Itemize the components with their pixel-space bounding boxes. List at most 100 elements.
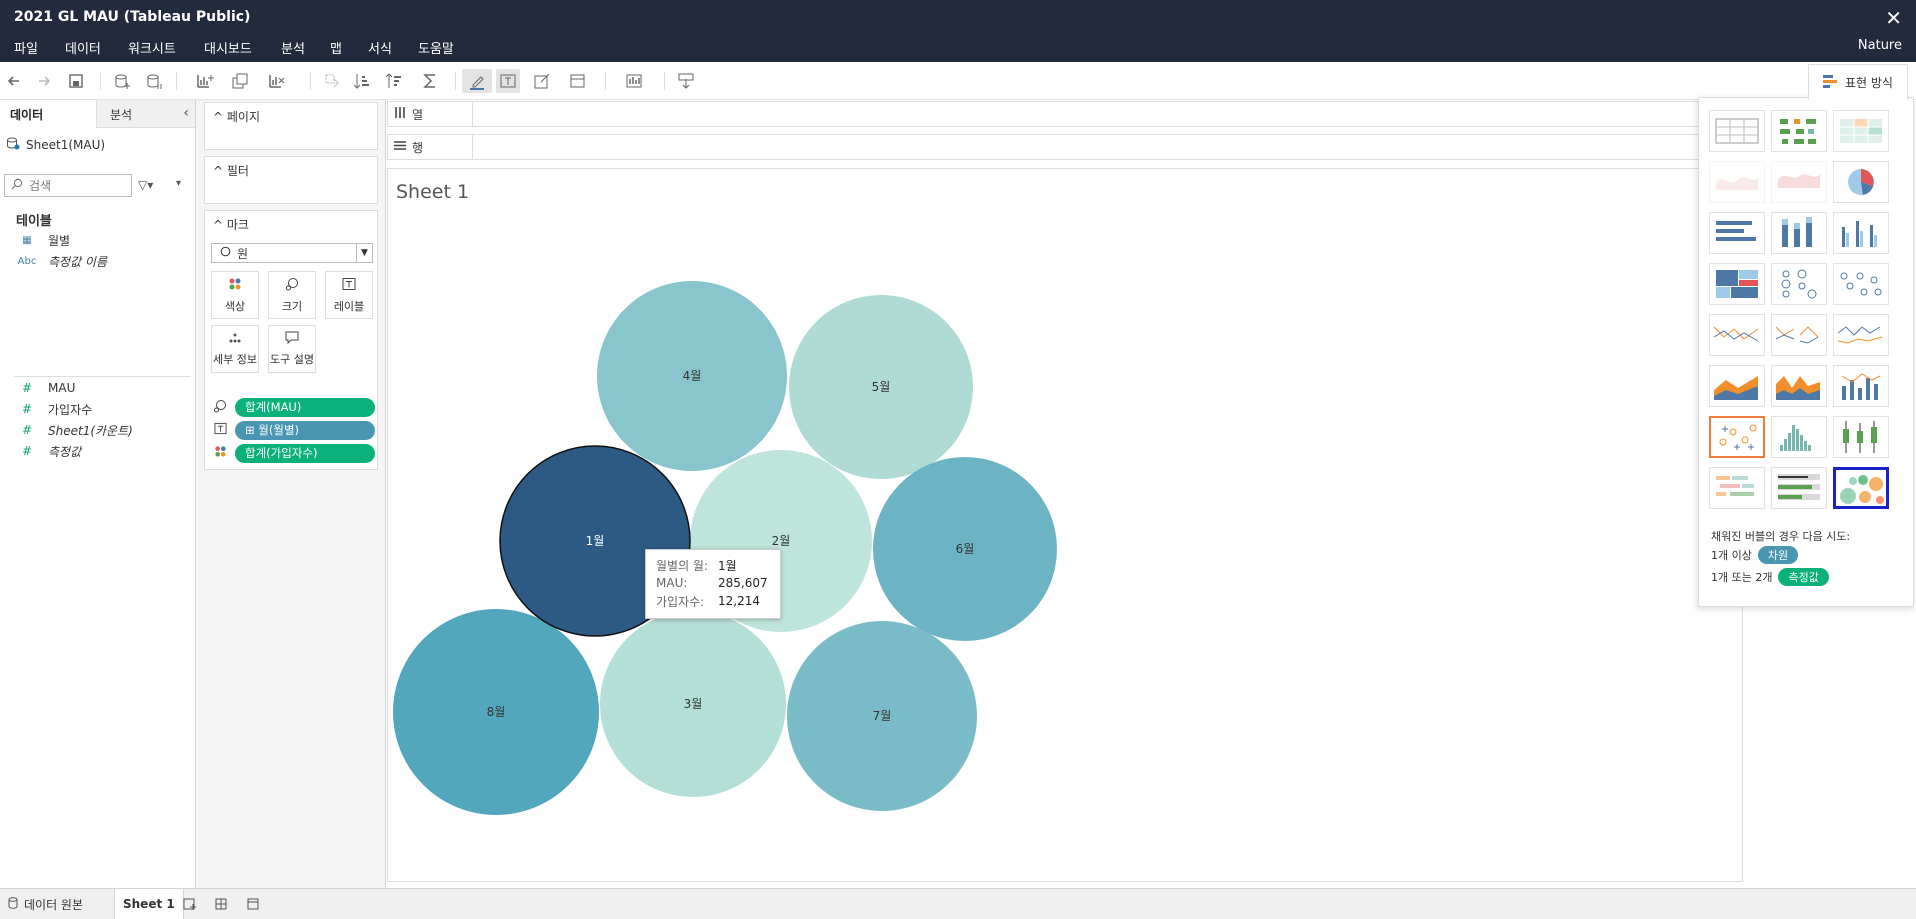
presentation-mode-icon[interactable] <box>618 69 652 93</box>
show-me-treemap[interactable] <box>1709 263 1765 305</box>
new-story-icon[interactable] <box>244 895 264 913</box>
color-pill[interactable]: 합계(가입자수) <box>235 443 375 463</box>
show-me-symbol-map[interactable] <box>1709 161 1765 203</box>
show-me-highlight-table[interactable] <box>1833 110 1889 152</box>
show-me-text-table[interactable] <box>1709 110 1765 152</box>
field-item[interactable]: # Sheet1(카운트) <box>16 421 133 439</box>
bubble-label: 7월 <box>873 709 892 723</box>
save-icon[interactable] <box>64 69 88 93</box>
publish-icon[interactable] <box>674 69 698 93</box>
sort-ascending-icon[interactable] <box>350 69 374 93</box>
redo-icon[interactable] <box>32 69 56 93</box>
show-me-gantt-chart[interactable] <box>1709 467 1765 509</box>
show-me-side-by-side-circles[interactable] <box>1833 263 1889 305</box>
mark-type-dropdown[interactable]: 원 ▼ <box>211 243 373 263</box>
show-me-dual-combination[interactable] <box>1833 365 1889 407</box>
size-button[interactable]: 크기 <box>268 271 316 319</box>
fit-icon[interactable] <box>562 69 596 93</box>
packed-bubbles-icon <box>1840 475 1884 504</box>
highlight-icon[interactable] <box>462 69 492 93</box>
undo-icon[interactable] <box>2 69 26 93</box>
columns-shelf[interactable]: 열 <box>387 101 1743 127</box>
clear-sheet-icon[interactable] <box>262 69 292 93</box>
show-me-box-and-whisker[interactable] <box>1833 416 1889 458</box>
size-pill[interactable]: 합계(MAU) <box>235 397 375 417</box>
menu-map[interactable]: 맵 <box>330 38 342 57</box>
show-me-side-by-side-bars[interactable] <box>1833 212 1889 254</box>
tab-sheet-1[interactable]: Sheet 1 <box>114 889 184 919</box>
totals-icon[interactable] <box>416 69 446 93</box>
search-field[interactable]: 검색 <box>4 174 132 197</box>
datasource-item[interactable]: Sheet1(MAU) <box>6 136 105 153</box>
collapse-pane-icon[interactable]: ‹ <box>183 105 189 121</box>
tab-datasource[interactable]: 데이터 원본 <box>0 889 91 919</box>
sort-descending-icon[interactable] <box>382 69 406 93</box>
mark-type-value: 원 <box>237 246 249 261</box>
mark-pill-row: 합계(MAU) <box>211 397 375 417</box>
measure-field-icon: # <box>21 444 33 458</box>
data-pane-menu-icon[interactable]: ▾ <box>176 178 181 189</box>
detail-button[interactable]: 세부 정보 <box>211 325 259 373</box>
filter-fields-icon[interactable]: ▽▾ <box>138 178 153 192</box>
show-labels-icon[interactable] <box>496 69 520 93</box>
show-me-horizontal-bars[interactable] <box>1709 212 1765 254</box>
menu-format[interactable]: 서식 <box>368 38 392 57</box>
show-me-area-discrete[interactable] <box>1771 365 1827 407</box>
menu-analysis[interactable]: 분석 <box>281 38 305 57</box>
show-me-lines-discrete[interactable] <box>1771 314 1827 356</box>
new-datasource-icon[interactable] <box>110 69 134 93</box>
close-icon[interactable]: ✕ <box>1885 6 1902 30</box>
field-item[interactable]: # 가입자수 <box>16 400 92 418</box>
mark-pill-row: ⊞ 월(월별) <box>211 420 375 440</box>
label-button[interactable]: 레이블 <box>325 271 373 319</box>
field-item[interactable]: # MAU <box>16 379 75 397</box>
menu-file[interactable]: 파일 <box>14 38 38 57</box>
new-dashboard-icon[interactable] <box>212 895 232 913</box>
menu-data[interactable]: 데이터 <box>65 38 101 57</box>
label-icon <box>342 277 356 294</box>
show-me-packed-bubbles[interactable] <box>1833 467 1889 509</box>
show-me-dual-lines[interactable] <box>1833 314 1889 356</box>
tab-analytics[interactable]: 분석 <box>110 106 132 123</box>
new-worksheet-icon[interactable] <box>180 895 200 913</box>
new-worksheet-icon[interactable] <box>190 69 220 93</box>
show-me-scatter-plot[interactable] <box>1709 416 1765 458</box>
color-icon <box>228 277 242 294</box>
show-me-requirement: 1개 이상 차원 <box>1711 545 1799 565</box>
marks-card-title: ^ 마크 <box>213 218 249 232</box>
tab-data[interactable]: 데이터 <box>10 106 43 123</box>
circle-view-icon <box>1781 269 1817 299</box>
show-me-area-continuous[interactable] <box>1709 365 1765 407</box>
menu-worksheet[interactable]: 워크시트 <box>128 38 176 57</box>
bubble-label: 1월 <box>586 534 605 548</box>
show-me-filled-map[interactable] <box>1771 161 1827 203</box>
color-button[interactable]: 색상 <box>211 271 259 319</box>
swap-icon[interactable] <box>320 69 344 93</box>
show-me-histogram[interactable] <box>1771 416 1827 458</box>
field-item[interactable]: ▦ 월별 <box>16 231 70 249</box>
field-item[interactable]: Abc 측정값 이름 <box>16 252 107 270</box>
field-item[interactable]: # 측정값 <box>16 442 81 460</box>
show-me-lines-continuous[interactable] <box>1709 314 1765 356</box>
field-name: 측정값 <box>48 444 82 459</box>
lines-discrete-icon <box>1775 326 1819 344</box>
fix-axes-icon[interactable] <box>530 69 554 93</box>
show-me-heat-map[interactable] <box>1771 110 1827 152</box>
text-table-icon <box>1715 118 1759 144</box>
show-me-bullet-graph[interactable] <box>1771 467 1827 509</box>
rows-shelf[interactable]: 행 <box>387 134 1743 160</box>
pause-updates-icon[interactable] <box>142 69 166 93</box>
pages-card[interactable]: ^ 페이지 <box>204 102 378 150</box>
tooltip-button[interactable]: 도구 설명 <box>268 325 316 373</box>
show-me-button[interactable]: 표현 방식 <box>1808 64 1908 100</box>
label-pill[interactable]: ⊞ 월(월별) <box>235 420 375 440</box>
duplicate-sheet-icon[interactable] <box>228 69 252 93</box>
horizontal-bars-icon <box>1716 221 1756 241</box>
filters-card[interactable]: ^ 필터 <box>204 156 378 204</box>
show-me-pie-chart[interactable] <box>1833 161 1889 203</box>
user-name[interactable]: Nature <box>1858 38 1902 53</box>
menu-dashboard[interactable]: 대시보드 <box>204 38 252 57</box>
show-me-circle-view[interactable] <box>1771 263 1827 305</box>
menu-help[interactable]: 도움말 <box>418 38 454 57</box>
show-me-stacked-bars[interactable] <box>1771 212 1827 254</box>
